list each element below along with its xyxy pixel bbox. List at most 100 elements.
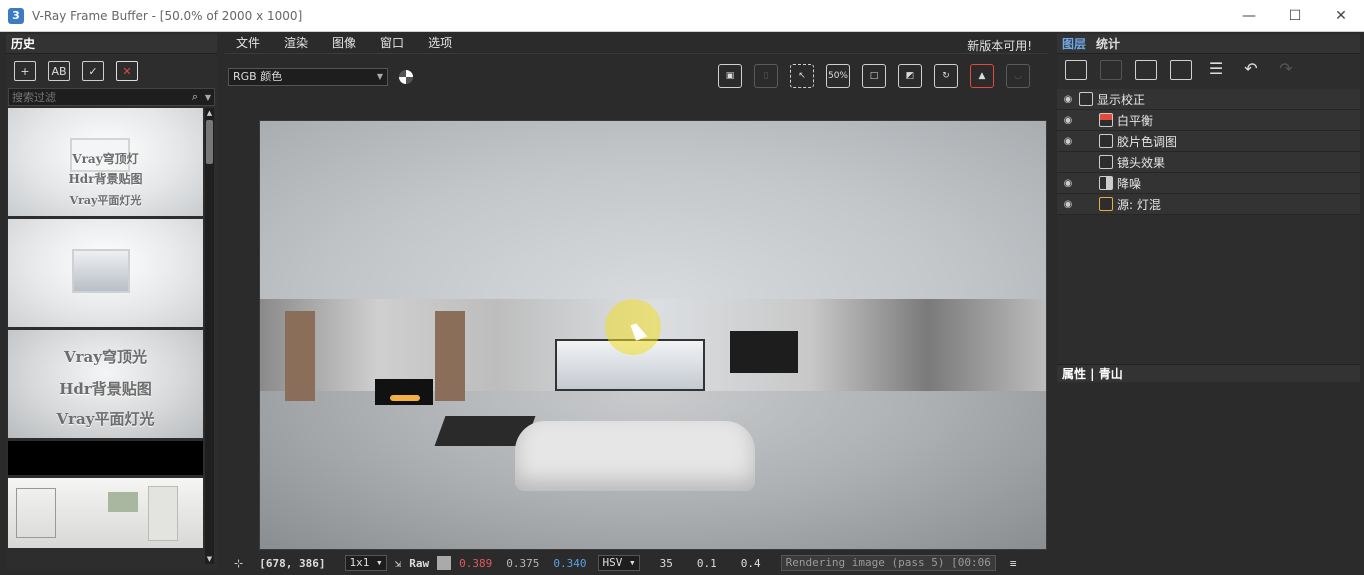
thumb-line: Hdr背景贴图 bbox=[68, 172, 143, 186]
history-thumbnail[interactable] bbox=[8, 441, 203, 475]
layer-row[interactable]: ◉ 胶片色调图 bbox=[1057, 131, 1360, 152]
scroll-down-icon[interactable]: ▼ bbox=[205, 554, 214, 564]
history-search-input[interactable] bbox=[9, 89, 188, 105]
zoom-icon[interactable]: 50% bbox=[826, 64, 850, 88]
eye-icon[interactable]: ◉ bbox=[1057, 94, 1079, 105]
eye-icon[interactable]: ◉ bbox=[1057, 178, 1079, 189]
ab-compare-icon[interactable]: AB bbox=[48, 61, 70, 81]
window-title: V-Ray Frame Buffer - [50.0% of 2000 x 10… bbox=[32, 8, 303, 23]
layer-row[interactable]: ◉ 源: 灯混 bbox=[1057, 194, 1360, 215]
layer-label: 降噪 bbox=[1117, 176, 1142, 191]
render-ceiling bbox=[260, 121, 1046, 311]
eye-icon[interactable]: ◉ bbox=[1057, 199, 1079, 210]
right-tabs: 图层 统计 bbox=[1057, 34, 1360, 54]
layer-label: 胶片色调图 bbox=[1117, 134, 1178, 149]
eye-icon[interactable]: ◉ bbox=[1057, 115, 1079, 126]
history-thumbnail[interactable]: Vray穹顶光 Hdr背景贴图 Vray平面灯光 bbox=[8, 330, 203, 438]
close-button[interactable]: ✕ bbox=[1318, 0, 1364, 32]
render-progress: Rendering image (pass 5) [00:06 bbox=[780, 555, 996, 571]
layer-label: 显示校正 bbox=[1097, 92, 1146, 107]
image-area: 文件 渲染 图像 窗口 选项 新版本可用! RGB 颜色 ▼ ▣ ▯ ↖ 50%… bbox=[224, 32, 1048, 575]
delete-history-icon[interactable]: ✕ bbox=[116, 61, 138, 81]
history-panel: 历史 + AB ✓ ✕ ⌕ ▼ Vray穹顶灯 Hdr背景贴图 Vray平面灯光… bbox=[6, 34, 217, 569]
channel-value: RGB 颜色 bbox=[233, 70, 283, 83]
thumb-line: Vray穹顶光 bbox=[64, 348, 147, 366]
scale-select[interactable]: 1x1 ▾ bbox=[345, 555, 387, 571]
color-mode-value: HSV bbox=[602, 556, 623, 569]
menu-image[interactable]: 图像 bbox=[320, 34, 368, 51]
remove-layer-icon[interactable] bbox=[1100, 60, 1122, 80]
render-fire bbox=[390, 395, 420, 401]
scroll-up-icon[interactable]: ▲ bbox=[205, 108, 214, 118]
save-layers-icon[interactable] bbox=[1135, 60, 1157, 80]
layer-label: 白平衡 bbox=[1117, 113, 1154, 128]
history-thumbnail[interactable] bbox=[8, 219, 203, 327]
history-title: 历史 bbox=[6, 34, 217, 54]
layer-row[interactable]: ◉ 显示校正 bbox=[1057, 89, 1360, 110]
tab-stats[interactable]: 统计 bbox=[1091, 35, 1125, 52]
layer-label: 源: 灯混 bbox=[1117, 197, 1161, 212]
layers-panel: 图层 统计 ☰ ↶ ↷ ◉ 显示校正 ◉ 白平衡 ◉ 胶片色调图 镜头效果 ◉ … bbox=[1057, 34, 1360, 569]
thumb-line: Hdr背景贴图 bbox=[59, 380, 152, 398]
arrow-icon[interactable]: ⇲ bbox=[395, 557, 402, 570]
log-icon[interactable]: ≡ bbox=[1010, 557, 1017, 570]
color-mode-select[interactable]: HSV ▾ bbox=[598, 555, 640, 571]
load-layers-icon[interactable] bbox=[1170, 60, 1192, 80]
scroll-thumb[interactable] bbox=[206, 120, 213, 164]
menu-bar: 文件 渲染 图像 窗口 选项 新版本可用! bbox=[224, 32, 1048, 54]
load-history-icon[interactable]: ✓ bbox=[82, 61, 104, 81]
chevron-down-icon[interactable]: ▼ bbox=[202, 93, 214, 102]
thumb-line: Vray穹顶灯 bbox=[72, 152, 139, 166]
render-tv bbox=[730, 331, 798, 373]
save-image-icon[interactable]: ▣ bbox=[718, 64, 742, 88]
search-icon[interactable]: ⌕ bbox=[188, 90, 202, 104]
layer-row[interactable]: 镜头效果 bbox=[1057, 152, 1360, 173]
redo-icon[interactable]: ↷ bbox=[1275, 60, 1297, 80]
menu-file[interactable]: 文件 bbox=[224, 34, 272, 51]
render-viewport[interactable] bbox=[259, 120, 1047, 550]
new-version-link[interactable]: 新版本可用! bbox=[967, 37, 1032, 54]
layer-row[interactable]: ◉ 降噪 bbox=[1057, 173, 1360, 194]
lens-icon[interactable]: ◩ bbox=[898, 64, 922, 88]
properties-title: 属性 | 青山 bbox=[1057, 364, 1360, 382]
history-search: ⌕ ▼ bbox=[8, 88, 215, 106]
toolbar-icons: ▣ ▯ ↖ 50% □ ◩ ↻ ▲ ◡ bbox=[718, 64, 1030, 88]
undo-icon[interactable]: ↶ bbox=[1240, 60, 1262, 80]
blue-value: 0.340 bbox=[553, 556, 587, 570]
raw-label: Raw bbox=[409, 556, 430, 570]
layer-list: ◉ 显示校正 ◉ 白平衡 ◉ 胶片色调图 镜头效果 ◉ 降噪 ◉ 源: 灯混 bbox=[1057, 89, 1360, 215]
teapot-icon[interactable]: ◡ bbox=[1006, 64, 1030, 88]
menu-render[interactable]: 渲染 bbox=[272, 34, 320, 51]
save-history-icon[interactable]: + bbox=[14, 61, 36, 81]
window-controls: — ☐ ✕ bbox=[1226, 0, 1364, 32]
document-icon[interactable]: ▯ bbox=[754, 64, 778, 88]
render-teapot-icon[interactable]: ▲ bbox=[970, 64, 994, 88]
layer-row[interactable]: ◉ 白平衡 bbox=[1057, 110, 1360, 131]
color-mode-icon[interactable] bbox=[399, 70, 413, 84]
pin-icon[interactable]: ⊹ bbox=[234, 557, 243, 570]
scale-value: 1x1 bbox=[349, 556, 370, 569]
vray-app-icon: 3 bbox=[8, 7, 24, 24]
eye-icon[interactable]: ◉ bbox=[1057, 136, 1079, 147]
history-thumbnail[interactable]: Vray穹顶灯 Hdr背景贴图 Vray平面灯光 bbox=[8, 108, 203, 216]
history-thumbnails: Vray穹顶灯 Hdr背景贴图 Vray平面灯光 Vray穹顶光 Hdr背景贴图… bbox=[8, 108, 204, 564]
tab-layers[interactable]: 图层 bbox=[1057, 35, 1091, 52]
maximize-button[interactable]: ☐ bbox=[1272, 0, 1318, 32]
minimize-button[interactable]: — bbox=[1226, 0, 1272, 32]
history-toolbar: + AB ✓ ✕ bbox=[6, 54, 217, 88]
render-sofa bbox=[515, 421, 755, 491]
refresh-icon[interactable]: ↻ bbox=[934, 64, 958, 88]
menu-options[interactable]: 选项 bbox=[416, 34, 464, 51]
history-thumbnail[interactable] bbox=[8, 478, 203, 548]
menu-window[interactable]: 窗口 bbox=[368, 34, 416, 51]
render-wood-panel bbox=[435, 311, 465, 401]
thumb-line: Vray平面灯光 bbox=[69, 194, 142, 207]
saturation-value: 0.1 bbox=[696, 556, 717, 570]
history-scrollbar[interactable]: ▲ ▼ bbox=[205, 108, 214, 564]
add-layer-icon[interactable] bbox=[1065, 60, 1087, 80]
channel-select[interactable]: RGB 颜色 ▼ bbox=[228, 68, 388, 86]
render-wood-panel bbox=[285, 311, 315, 401]
region-select-icon[interactable]: ↖ bbox=[790, 64, 814, 88]
fit-frame-icon[interactable]: □ bbox=[862, 64, 886, 88]
list-icon[interactable]: ☰ bbox=[1205, 60, 1227, 80]
